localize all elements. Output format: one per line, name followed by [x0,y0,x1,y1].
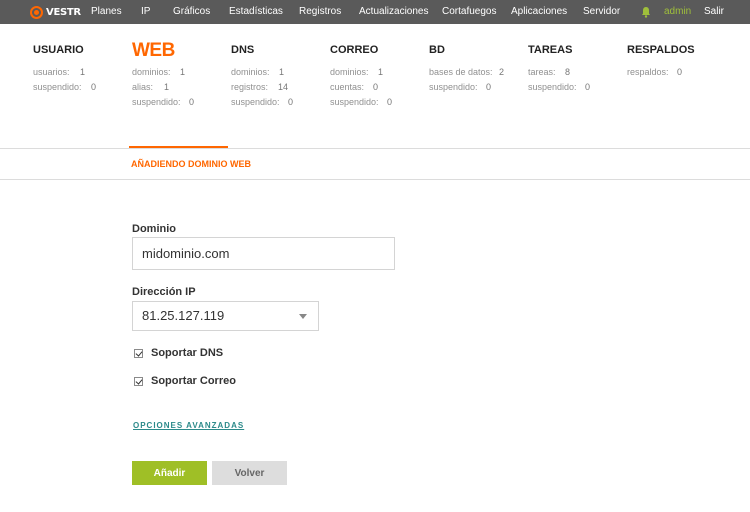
stat-value: 0 [189,97,195,107]
header-divider [0,148,750,149]
stat-value: 0 [91,82,97,92]
section-title: AÑADIENDO DOMINIO WEB [131,159,251,169]
domain-label: Dominio [132,223,176,235]
nav-item-cortafuegos[interactable]: Cortafuegos [442,0,496,24]
stat-title[interactable]: RESPALDOS [627,44,695,56]
nav-item-planes[interactable]: Planes [91,0,122,24]
stat-value: 0 [486,82,492,92]
dns-support-option[interactable]: Soportar DNS [134,346,223,360]
stat-title[interactable]: CORREO [330,44,378,56]
advanced-options-link[interactable]: OPCIONES AVANZADAS [133,421,244,430]
stat-label: tareas: [528,67,556,77]
mail-support-checkbox[interactable] [134,376,143,386]
stat-value: 1 [164,82,170,92]
stat-value: 0 [288,97,294,107]
stat-value: 1 [80,67,86,77]
mail-support-option[interactable]: Soportar Correo [134,374,236,388]
domain-input[interactable] [132,237,395,270]
stat-label: dominios: [231,67,270,77]
stat-label: suspendido: [132,97,181,107]
nav-user-link[interactable]: admin [664,0,691,24]
stat-label: usuarios: [33,67,70,77]
vesta-logo[interactable]: VESTR [30,5,81,19]
chevron-down-icon [299,314,307,319]
stat-value: 0 [387,97,393,107]
stat-value: 1 [180,67,186,77]
dns-support-label[interactable]: Soportar DNS [151,347,223,359]
stat-label: dominios: [132,67,171,77]
stat-label: suspendido: [33,82,82,92]
stat-value: 1 [378,67,384,77]
nav-item-estadisticas[interactable]: Estadísticas [229,0,283,24]
stat-value: 14 [278,82,289,92]
stat-value: 2 [499,67,505,77]
stat-title[interactable]: BD [429,44,445,56]
stat-value: 8 [565,67,571,77]
nav-item-actualizaciones[interactable]: Actualizaciones [359,0,428,24]
add-button[interactable]: Añadir [132,461,207,485]
ip-label: Dirección IP [132,286,196,298]
stat-label: bases de datos: [429,67,493,77]
stat-label: suspendido: [231,97,280,107]
vesta-logo-icon [30,5,43,19]
stat-label: registros: [231,82,269,92]
stat-title[interactable]: TAREAS [528,44,572,56]
stat-label: suspendido: [330,97,379,107]
stat-label: respaldos: [627,67,669,77]
vesta-logo-text: VESTR [46,6,81,18]
nav-logout-link[interactable]: Salir [704,0,724,24]
stat-label: alias: [132,82,154,92]
top-navbar: VESTR Planes IP Gráficos Estadísticas Re… [0,0,750,24]
stat-value: 0 [677,67,683,77]
ip-select-value: 81.25.127.119 [142,308,225,323]
back-button[interactable]: Volver [212,461,287,485]
ip-select[interactable]: 81.25.127.119 [132,301,319,331]
nav-item-registros[interactable]: Registros [299,0,341,24]
dns-support-checkbox[interactable] [134,348,143,358]
section-divider [0,179,750,180]
stat-label: cuentas: [330,82,365,92]
stat-label: dominios: [330,67,369,77]
stat-value: 0 [373,82,379,92]
bell-icon[interactable] [641,6,651,18]
nav-item-ip[interactable]: IP [141,0,150,24]
stat-value: 1 [279,67,285,77]
stat-title[interactable]: WEB [132,40,175,62]
nav-item-aplicaciones[interactable]: Aplicaciones [511,0,567,24]
stat-label: suspendido: [528,82,577,92]
stat-title[interactable]: USUARIO [33,44,84,56]
stat-value: 0 [585,82,591,92]
mail-support-label[interactable]: Soportar Correo [151,375,236,387]
nav-item-servidor[interactable]: Servidor [583,0,620,24]
stat-title[interactable]: DNS [231,44,254,56]
nav-item-graficos[interactable]: Gráficos [173,0,210,24]
stat-label: suspendido: [429,82,478,92]
